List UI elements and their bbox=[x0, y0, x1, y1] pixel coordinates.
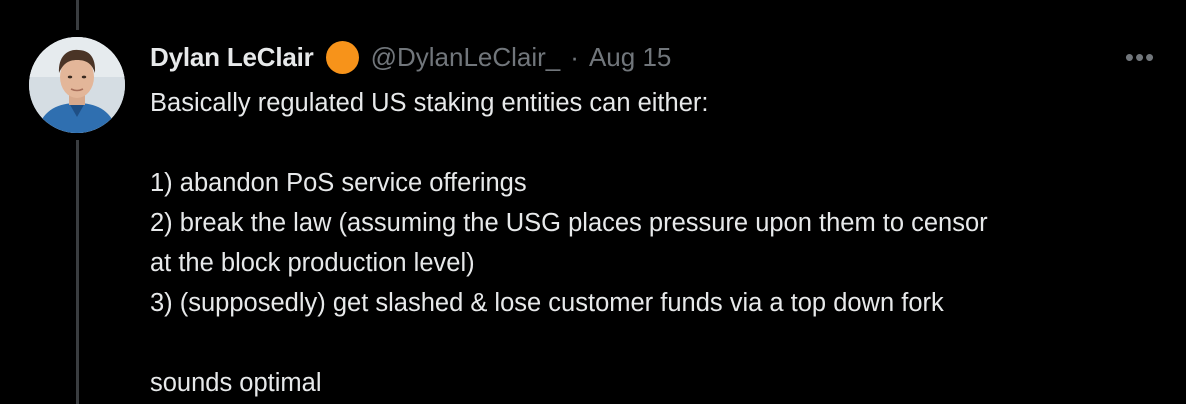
tweet-text-item-1: 1) abandon PoS service offerings bbox=[150, 169, 527, 197]
tweet-header: Dylan LeClair @DylanLeClair_ · Aug 15 bbox=[150, 40, 671, 74]
more-options-button[interactable]: ••• bbox=[1122, 41, 1158, 72]
tweet-timestamp[interactable]: Aug 15 bbox=[589, 42, 671, 73]
separator-dot: · bbox=[570, 41, 579, 72]
tweet[interactable]: Dylan LeClair @DylanLeClair_ · Aug 15 ••… bbox=[0, 0, 1186, 404]
thread-line-bottom bbox=[76, 140, 79, 404]
avatar[interactable] bbox=[29, 37, 125, 133]
tweet-text-item-2-line-1: 2) break the law (assuming the USG place… bbox=[150, 209, 988, 237]
thread-line-top bbox=[76, 0, 79, 30]
avatar-photo bbox=[29, 37, 125, 133]
tweet-text: Basically regulated US staking entities … bbox=[150, 83, 1160, 403]
tweet-text-item-3: 3) (supposedly) get slashed & lose custo… bbox=[150, 289, 944, 317]
tweet-text-item-2-line-2: at the block production level) bbox=[150, 249, 475, 277]
more-horizontal-icon: ••• bbox=[1124, 41, 1156, 72]
bitcoin-badge-icon bbox=[325, 40, 359, 74]
tweet-text-outro: sounds optimal bbox=[150, 369, 322, 397]
tweet-text-intro: Basically regulated US staking entities … bbox=[150, 89, 709, 117]
author-display-name[interactable]: Dylan LeClair bbox=[150, 42, 314, 73]
author-handle[interactable]: @DylanLeClair_ bbox=[371, 42, 561, 73]
